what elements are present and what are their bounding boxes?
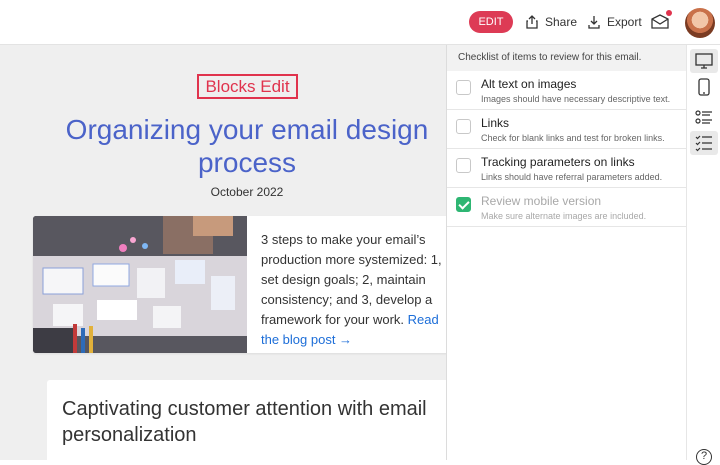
mobile-view-button[interactable]	[690, 75, 718, 99]
checklist-icon	[695, 135, 712, 152]
share-label: Share	[545, 15, 578, 29]
top-toolbar: EDIT Share Export	[0, 0, 720, 45]
checklist-item-label: Alt text on images	[481, 77, 577, 91]
export-label: Export	[607, 15, 642, 29]
checkbox[interactable]	[456, 158, 471, 173]
checklist-item-description: Links should have referral parameters ad…	[481, 172, 663, 182]
brand-logo: Blocks Edit	[197, 74, 298, 99]
list-icon	[695, 110, 712, 124]
blog-card-text: 3 steps to make your email’s production …	[261, 230, 446, 350]
mobile-icon	[698, 78, 710, 96]
blog-card[interactable]: 3 steps to make your email’s production …	[33, 216, 446, 353]
list-view-button[interactable]	[690, 106, 718, 130]
edit-button[interactable]: EDIT	[469, 11, 513, 33]
desktop-view-button[interactable]	[690, 49, 718, 73]
personalization-heading: Captivating customer attention with emai…	[62, 398, 427, 446]
notification-dot	[666, 10, 672, 16]
checklist-view-button[interactable]	[690, 131, 718, 155]
personalization-card[interactable]: Captivating customer attention with emai…	[47, 380, 446, 460]
share-button[interactable]: Share	[524, 12, 577, 32]
email-title: Organizing your email design process	[65, 114, 429, 178]
checkbox-checked[interactable]	[456, 197, 471, 212]
help-icon[interactable]: ?	[696, 449, 712, 465]
checklist-item-label: Tracking parameters on links	[481, 155, 635, 169]
email-canvas: Blocks Edit Organizing your email design…	[0, 45, 446, 460]
checklist-item-alt-text[interactable]: Alt text on images Images should have ne…	[447, 71, 687, 110]
checklist-item-mobile[interactable]: Review mobile version Make sure alternat…	[447, 188, 687, 227]
checklist-item-label: Review mobile version	[481, 194, 602, 208]
desktop-icon	[695, 53, 713, 69]
checklist-header: Checklist of items to review for this em…	[447, 45, 687, 71]
checklist-item-description: Images should have necessary descriptive…	[481, 94, 671, 104]
download-icon	[588, 16, 600, 29]
checklist-item-links[interactable]: Links Check for blank links and test for…	[447, 110, 687, 149]
checklist-panel: Checklist of items to review for this em…	[446, 45, 687, 460]
share-icon	[526, 15, 538, 29]
checkbox[interactable]	[456, 80, 471, 95]
export-button[interactable]: Export	[586, 12, 642, 32]
checklist-item-description: Check for blank links and test for broke…	[481, 133, 665, 143]
blog-image	[33, 216, 247, 353]
checklist-item-description: Make sure alternate images are included.	[481, 211, 647, 221]
user-avatar[interactable]	[685, 8, 715, 38]
checkbox[interactable]	[456, 119, 471, 134]
email-date: October 2022	[210, 185, 284, 199]
design-board-illustration	[33, 216, 247, 353]
view-rail: ?	[686, 45, 720, 465]
checklist-item-tracking[interactable]: Tracking parameters on links Links shoul…	[447, 149, 687, 188]
inbox-button[interactable]	[650, 10, 672, 31]
checklist-item-label: Links	[481, 116, 510, 130]
